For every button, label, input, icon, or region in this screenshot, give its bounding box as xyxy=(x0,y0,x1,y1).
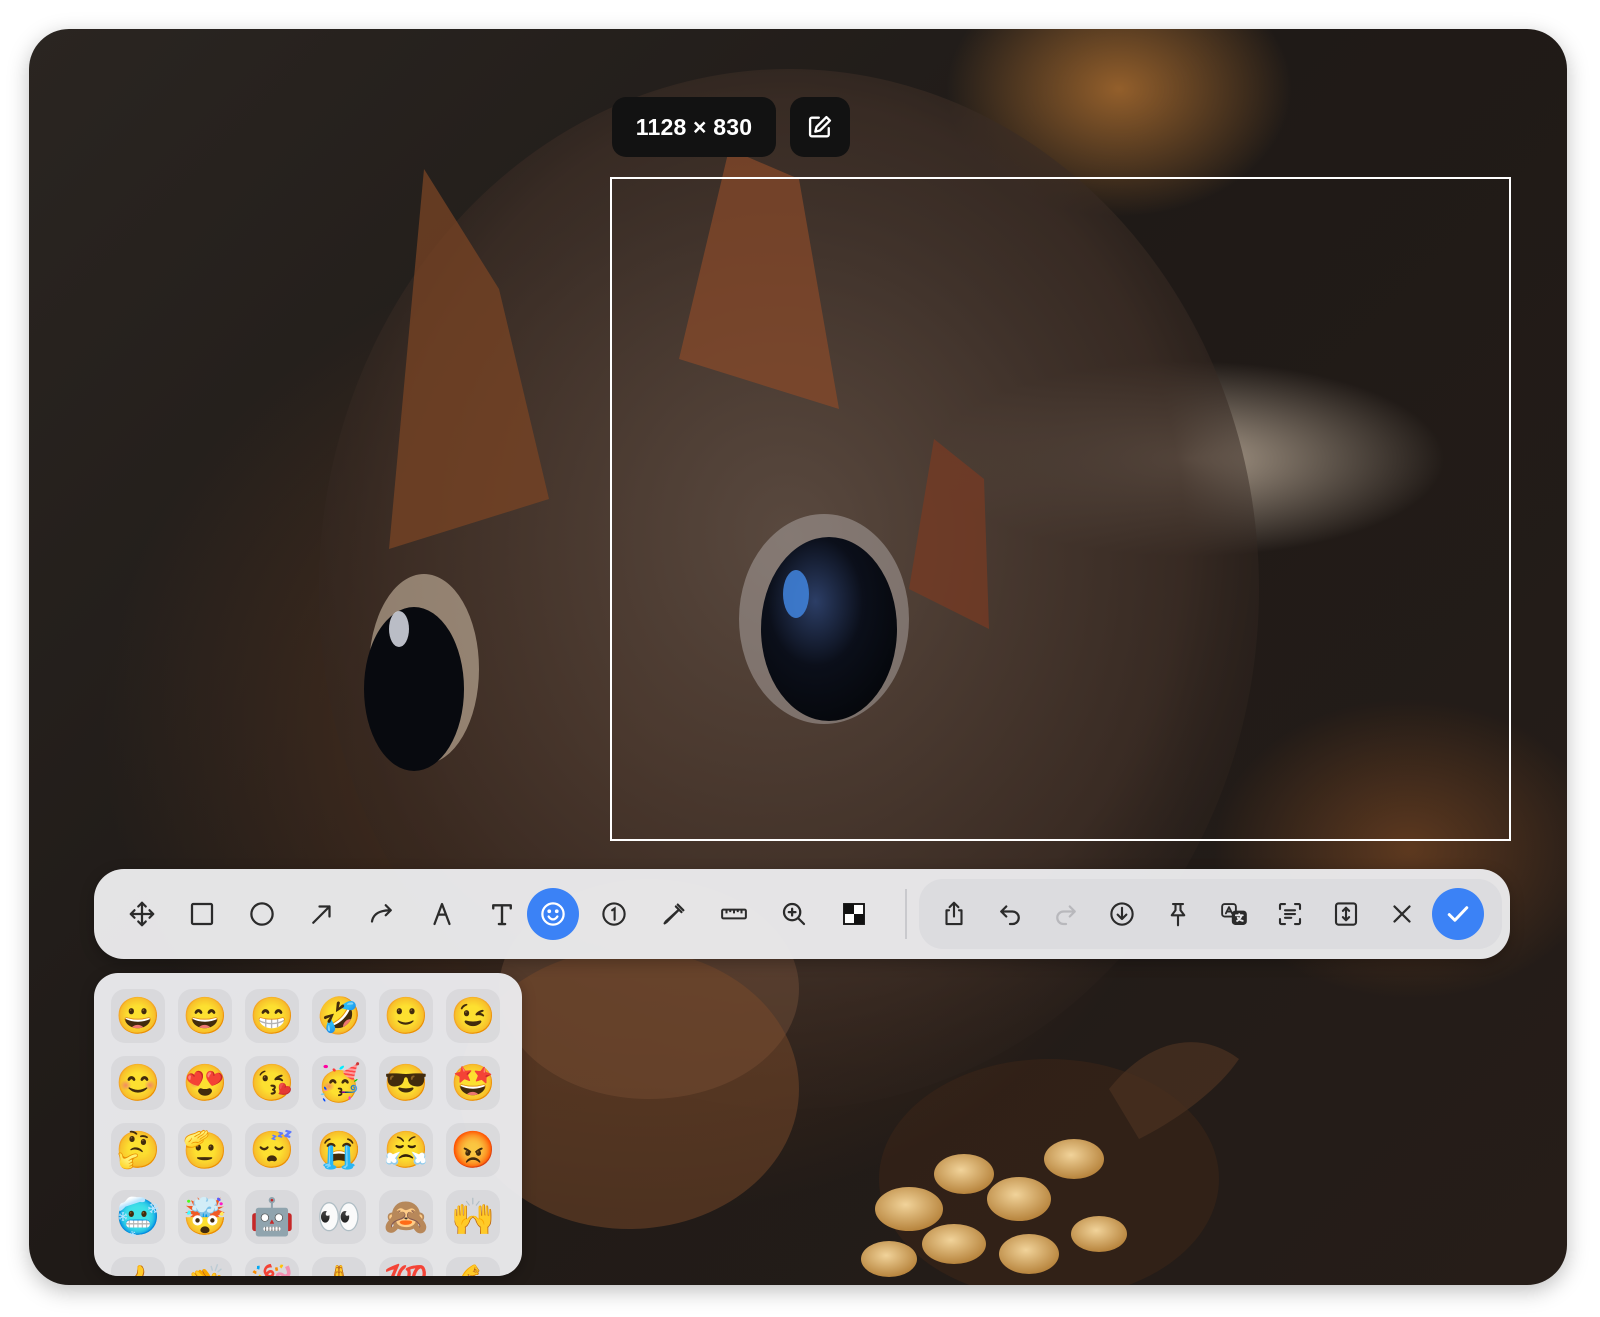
ruler-icon xyxy=(721,908,747,920)
emoji-cell[interactable]: 🙌 xyxy=(446,1190,500,1244)
emoji-cell[interactable]: 🥶 xyxy=(111,1190,165,1244)
emoji-cell[interactable]: 👍 xyxy=(111,1257,165,1276)
emoji-cell[interactable]: 🤩 xyxy=(446,1056,500,1110)
emoji-tool[interactable] xyxy=(527,888,579,940)
emoji-cell[interactable]: 👀 xyxy=(312,1190,366,1244)
redo-icon xyxy=(1056,905,1076,926)
emoji-cell[interactable]: 🙂 xyxy=(379,989,433,1043)
pen-tool[interactable] xyxy=(416,888,468,940)
ellipse-icon xyxy=(250,902,274,926)
mosaic-icon xyxy=(843,903,865,925)
scroll-capture-icon xyxy=(1334,902,1358,926)
ruler-tool[interactable] xyxy=(708,888,760,940)
emoji-cell[interactable]: 🥳 xyxy=(312,1056,366,1110)
selection-size-label: 1128 × 830 xyxy=(612,97,776,157)
magnifier-icon xyxy=(782,902,806,926)
ocr-button[interactable] xyxy=(1264,888,1316,940)
arrow-tool[interactable] xyxy=(296,888,348,940)
emoji-icon xyxy=(541,902,565,926)
emoji-cell[interactable]: 😁 xyxy=(245,989,299,1043)
translate-button[interactable] xyxy=(1208,888,1260,940)
pen-icon xyxy=(433,902,451,926)
text-tool[interactable] xyxy=(476,888,528,940)
emoji-cell[interactable]: 😊 xyxy=(111,1056,165,1110)
pin-icon xyxy=(1170,902,1186,927)
emoji-picker-panel: 😀 😄 😁 🤣 🙂 😉 😊 😍 😘 🥳 😎 🤩 🤔 🫡 😴 😭 😤 😡 🥶 🤯 … xyxy=(94,973,522,1276)
mosaic-tool[interactable] xyxy=(828,888,880,940)
action-group xyxy=(919,879,1502,949)
translate-icon xyxy=(1221,903,1247,925)
emoji-cell[interactable]: 💯 xyxy=(379,1257,433,1276)
checkmark-icon xyxy=(1447,906,1469,922)
confirm-button[interactable] xyxy=(1432,888,1484,940)
redo-button[interactable] xyxy=(1040,888,1092,940)
screenshot-editor-window: 1128 × 830 😀 😄 😁 🤣 🙂 😉 😊 😍 😘 🥳 😎 🤩 🤔 🫡 😴… xyxy=(29,29,1567,1285)
counter-tool[interactable] xyxy=(588,888,640,940)
emoji-cell[interactable]: 😡 xyxy=(446,1123,500,1177)
emoji-cell[interactable]: 😄 xyxy=(178,989,232,1043)
emoji-cell[interactable]: 😴 xyxy=(245,1123,299,1177)
toolbar-divider xyxy=(905,889,907,939)
pin-button[interactable] xyxy=(1152,888,1204,940)
magnifier-tool[interactable] xyxy=(768,888,820,940)
curved-arrow-tool[interactable] xyxy=(356,888,408,940)
undo-icon xyxy=(1000,905,1020,926)
counter-icon xyxy=(602,902,626,926)
emoji-cell[interactable]: 🤖 xyxy=(245,1190,299,1244)
emoji-cell[interactable]: 🤣 xyxy=(312,989,366,1043)
move-icon xyxy=(129,901,155,927)
arrow-icon xyxy=(312,905,331,924)
emoji-cell[interactable]: 😉 xyxy=(446,989,500,1043)
emoji-cell[interactable]: 🙈 xyxy=(379,1190,433,1244)
emoji-cell[interactable]: 👏 xyxy=(178,1257,232,1276)
rectangle-tool[interactable] xyxy=(176,888,228,940)
scroll-capture-button[interactable] xyxy=(1320,888,1372,940)
eyedropper-icon xyxy=(663,903,685,925)
emoji-cell[interactable]: 😤 xyxy=(379,1123,433,1177)
emoji-cell[interactable]: 😀 xyxy=(111,989,165,1043)
emoji-cell[interactable]: 💪 xyxy=(446,1257,500,1276)
share-button[interactable] xyxy=(928,888,980,940)
ocr-icon xyxy=(1278,902,1302,926)
download-button[interactable] xyxy=(1096,888,1148,940)
emoji-cell[interactable]: 🤔 xyxy=(111,1123,165,1177)
emoji-cell[interactable]: 😭 xyxy=(312,1123,366,1177)
emoji-cell[interactable]: 🙏 xyxy=(312,1257,366,1276)
emoji-cell[interactable]: 🎉 xyxy=(245,1257,299,1276)
annotation-toolbar xyxy=(94,869,1510,959)
selection-rectangle[interactable] xyxy=(610,177,1511,841)
download-icon xyxy=(1110,902,1134,926)
emoji-cell[interactable]: 😘 xyxy=(245,1056,299,1110)
close-icon xyxy=(1393,905,1411,923)
edit-size-button[interactable] xyxy=(790,97,850,157)
emoji-cell[interactable]: 😎 xyxy=(379,1056,433,1110)
curved-arrow-icon xyxy=(370,904,392,923)
ellipse-tool[interactable] xyxy=(236,888,288,940)
share-icon xyxy=(945,901,963,926)
text-icon xyxy=(492,904,512,926)
emoji-cell[interactable]: 🫡 xyxy=(178,1123,232,1177)
eyedropper-tool[interactable] xyxy=(648,888,700,940)
emoji-cell[interactable]: 🤯 xyxy=(178,1190,232,1244)
edit-icon xyxy=(808,115,832,138)
cancel-button[interactable] xyxy=(1376,888,1428,940)
emoji-cell[interactable]: 😍 xyxy=(178,1056,232,1110)
rectangle-icon xyxy=(190,902,214,926)
undo-button[interactable] xyxy=(984,888,1036,940)
move-tool[interactable] xyxy=(116,888,168,940)
